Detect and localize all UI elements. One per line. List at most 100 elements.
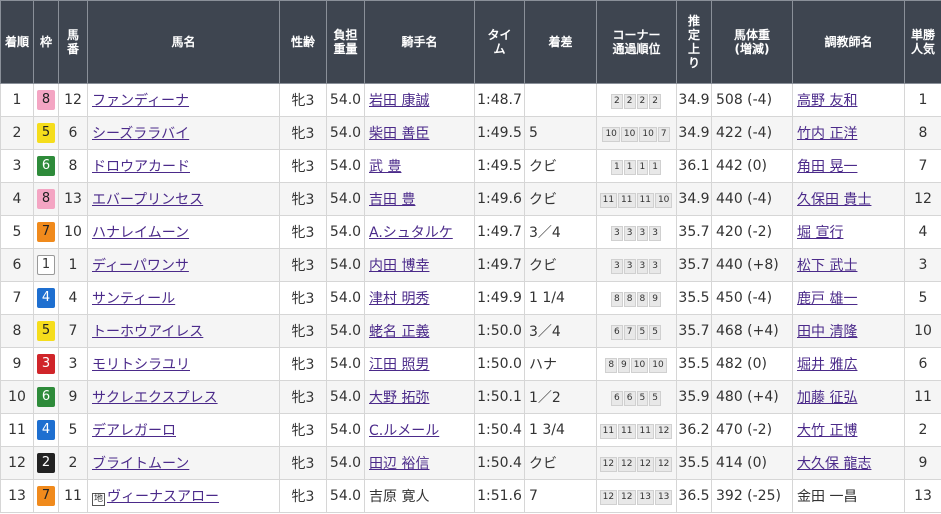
corner-position: 8	[636, 292, 649, 307]
corner-position: 3	[636, 259, 649, 274]
horse-name-link[interactable]: ハナレイムーン	[92, 225, 189, 241]
horse-name-link[interactable]: トーホウアイレス	[92, 324, 203, 340]
waku-badge: 8	[37, 189, 55, 209]
sex-age-cell: 牝3	[279, 347, 327, 381]
time-cell: 1:49.5	[474, 116, 525, 150]
jockey-cell: 津村 明秀	[364, 281, 475, 315]
jockey-link[interactable]: C.ルメール	[369, 423, 439, 439]
weight-cell: 54.0	[326, 479, 365, 513]
corner-position: 12	[654, 424, 673, 439]
corner-position: 8	[611, 292, 623, 307]
horse-name-link[interactable]: シーズララバイ	[92, 126, 189, 142]
waku-badge: 7	[37, 486, 55, 506]
weight-cell: 54.0	[326, 413, 365, 447]
popularity-cell: 3	[904, 248, 941, 282]
rank-cell: 8	[0, 314, 34, 348]
corner-position: 12	[618, 490, 636, 505]
horse-name-link[interactable]: モリトシラユリ	[92, 357, 190, 373]
popularity-cell: 13	[904, 479, 941, 513]
corner-position: 3	[623, 226, 636, 241]
corner-position: 3	[611, 226, 623, 241]
trainer-link[interactable]: 堀井 雅広	[797, 357, 857, 373]
corner-cell: 8889	[596, 281, 677, 315]
corner-position: 12	[654, 457, 673, 472]
trainer-cell: 金田 一昌	[792, 479, 905, 513]
last3f-cell: 36.5	[676, 479, 712, 513]
jockey-link[interactable]: 津村 明秀	[369, 291, 429, 307]
sex-age-cell: 牝3	[279, 281, 327, 315]
horse-name-link[interactable]: ディーパワンサ	[92, 258, 189, 274]
popularity-cell: 8	[904, 116, 941, 150]
jockey-cell: 吉原 寛人	[364, 479, 475, 513]
table-row: 3 6 8 ドロウアカード 牝3 54.0 武 豊 1:49.5 クビ 1 1 1 1 36.1 442 (…	[0, 149, 941, 183]
corner-position: 10	[602, 127, 620, 142]
jockey-link[interactable]: A.シュタルケ	[369, 225, 453, 241]
corner-position: 10	[630, 358, 649, 373]
weight-cell: 54.0	[326, 446, 365, 480]
corner-position: 5	[649, 391, 661, 406]
horse-name-link[interactable]: ブライトムーン	[92, 456, 189, 472]
header-time: タイム	[474, 0, 525, 84]
jockey-link[interactable]: 武 豊	[369, 159, 401, 175]
last3f-cell: 34.9	[676, 83, 712, 117]
waku-cell: 8	[33, 182, 59, 216]
popularity-cell: 5	[904, 281, 941, 315]
sex-age-cell: 牝3	[279, 314, 327, 348]
trainer-link[interactable]: 高野 友和	[797, 93, 857, 109]
table-row: 5 7 10 ハナレイムーン 牝3 54.0 A.シュタルケ 1:49.7 3／4 3 3 3 3 35.…	[0, 215, 941, 249]
header-weight: 負担 重量	[326, 0, 365, 84]
jockey-cell: 武 豊	[364, 149, 475, 183]
jockey-link[interactable]: 柴田 善臣	[369, 126, 429, 142]
jockey-link[interactable]: 蛯名 正義	[369, 324, 429, 340]
horse-name-link[interactable]: デアレガーロ	[92, 423, 176, 439]
jockey-link[interactable]: 内田 博幸	[369, 258, 429, 274]
corner-cell: 1111	[596, 149, 677, 183]
time-cell: 1:50.0	[474, 314, 525, 348]
horse-name-link[interactable]: サクレエクスプレス	[92, 390, 218, 406]
horse-name-link[interactable]: エバープリンセス	[92, 192, 203, 208]
trainer-link[interactable]: 松下 武士	[797, 258, 857, 274]
horse-name-link[interactable]: ヴィーナスアロー	[107, 489, 219, 505]
jockey-link[interactable]: 江田 照男	[369, 357, 429, 373]
corner-position: 8	[623, 292, 636, 307]
horse-name-cell: エバープリンセス	[87, 182, 280, 216]
trainer-link[interactable]: 大竹 正博	[797, 423, 857, 439]
horse-name-link[interactable]: サンティール	[92, 291, 175, 307]
horse-name-cell: ディーパワンサ	[87, 248, 280, 282]
umaban-cell: 2	[58, 446, 88, 480]
body-weight-cell: 508 (-4)	[711, 83, 793, 117]
trainer-link[interactable]: 角田 晃一	[797, 159, 857, 175]
corner-cell: 12 12 12 12	[596, 446, 677, 480]
trainer-name: 金田 一昌	[797, 489, 858, 505]
trainer-link[interactable]: 竹内 正洋	[797, 126, 857, 142]
weight-cell: 54.0	[326, 215, 365, 249]
trainer-link[interactable]: 加藤 征弘	[797, 390, 857, 406]
horse-name-link[interactable]: ドロウアカード	[92, 159, 190, 175]
jockey-cell: 蛯名 正義	[364, 314, 475, 348]
waku-badge: 2	[37, 453, 55, 473]
jockey-cell: 吉田 豊	[364, 182, 475, 216]
last3f-cell: 35.9	[676, 380, 712, 414]
waku-cell: 8	[33, 83, 59, 117]
horse-name-link[interactable]: ファンディーナ	[92, 93, 189, 109]
trainer-link[interactable]: 田中 清隆	[797, 324, 857, 340]
jockey-link[interactable]: 岩田 康誠	[369, 93, 429, 109]
corner-position: 3	[649, 226, 661, 241]
jockey-link[interactable]: 田辺 裕信	[369, 456, 429, 472]
jockey-link[interactable]: 吉田 豊	[369, 192, 415, 208]
margin-cell: 1／2	[524, 380, 597, 414]
corner-position: 11	[618, 193, 636, 208]
rank-cell: 10	[0, 380, 34, 414]
trainer-link[interactable]: 久保田 貴士	[797, 192, 871, 208]
trainer-link[interactable]: 堀 宣行	[797, 225, 843, 241]
trainer-cell: 加藤 征弘	[792, 380, 905, 414]
trainer-link[interactable]: 鹿戸 雄一	[797, 291, 857, 307]
waku-badge: 3	[37, 354, 55, 374]
jockey-link[interactable]: 大野 拓弥	[369, 390, 429, 406]
rank-cell: 3	[0, 149, 34, 183]
horse-name-cell: サンティール	[87, 281, 280, 315]
time-cell: 1:50.0	[474, 347, 525, 381]
waku-cell: 4	[33, 281, 59, 315]
waku-badge: 6	[37, 387, 55, 407]
trainer-link[interactable]: 大久保 龍志	[797, 456, 871, 472]
